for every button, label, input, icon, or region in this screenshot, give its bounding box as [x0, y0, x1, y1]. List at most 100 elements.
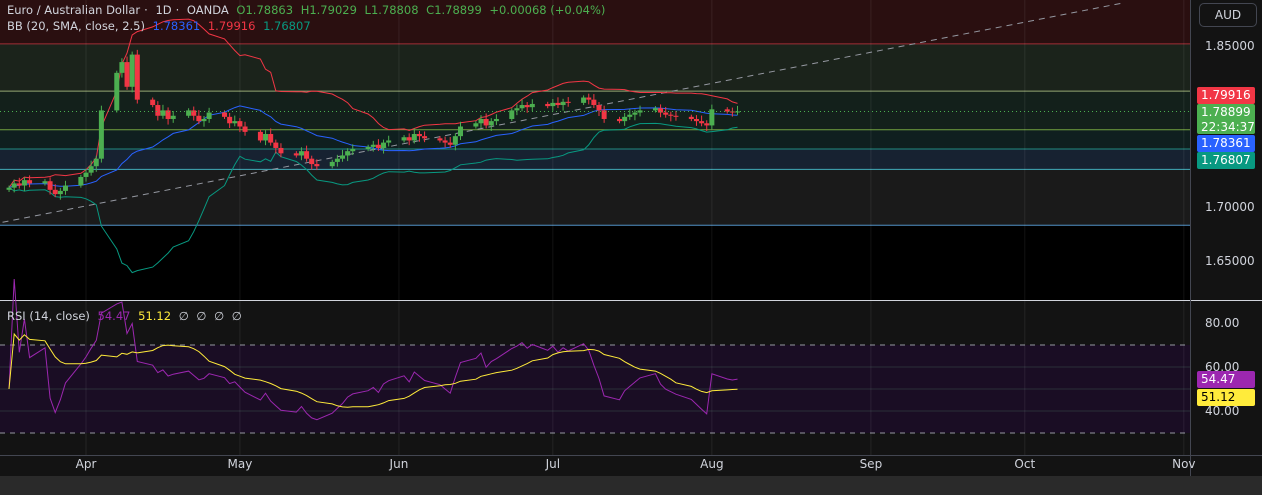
lower-band-label: 1.76807 [1197, 152, 1255, 169]
candle-body [375, 144, 381, 148]
rsi-extra: ∅ [231, 309, 242, 323]
rsi-legend[interactable]: RSI (14, close) 54.47 51.12 ∅ ∅ ∅ ∅ [7, 309, 246, 323]
candle-body [227, 116, 233, 124]
candle-body [201, 118, 207, 122]
ohlc-high: H1.79029 [300, 3, 357, 17]
bb-legend[interactable]: BB (20, SMA, close, 2.5) 1.78361 1.79916… [7, 19, 315, 33]
candle-body [268, 134, 274, 143]
candle-body [735, 111, 741, 113]
x-tick: May [227, 457, 253, 471]
ohlc-change: +0.00068 (+0.04%) [489, 3, 606, 17]
candle-body [42, 181, 48, 184]
candle-body [150, 99, 156, 106]
candle-body [340, 155, 345, 159]
separator: · [144, 3, 148, 17]
candle-body [627, 114, 633, 117]
candle-body [78, 176, 84, 186]
ohlc-open: O1.78863 [236, 3, 294, 17]
candle-body [365, 146, 371, 150]
interval: 1D [155, 3, 172, 17]
candle-body [191, 110, 197, 116]
candle-body [596, 105, 602, 111]
candle-body [314, 164, 320, 167]
candle-body [586, 97, 592, 100]
candle-body [442, 140, 448, 143]
candle-body [47, 181, 53, 190]
candle-body [93, 158, 99, 167]
candle-body [514, 108, 520, 111]
rsi-tick: 40.00 [1205, 404, 1240, 418]
candle-body [688, 116, 694, 119]
bb-basis-value: 1.78361 [152, 19, 201, 33]
candle-body [237, 121, 243, 127]
candle-body [483, 118, 489, 126]
candle-body [309, 158, 315, 165]
candle-body [370, 144, 376, 147]
ohlc-low: L1.78808 [364, 3, 419, 17]
candle-body [88, 166, 94, 173]
candle-body [447, 142, 453, 145]
candle-body [6, 187, 12, 190]
candle-body [232, 121, 238, 124]
y-tick: 1.70000 [1205, 200, 1255, 214]
candle-body [493, 118, 499, 122]
candle-body [529, 103, 535, 108]
candle-body [381, 142, 387, 148]
candle-body [52, 189, 58, 195]
zone [0, 225, 1190, 300]
candle-body [298, 151, 304, 156]
upper-band-label: 1.79916 [1197, 87, 1255, 104]
candle-body [545, 103, 551, 107]
candle-body [83, 172, 89, 177]
candle-body [350, 149, 356, 152]
candle-body [345, 151, 351, 156]
bottom-bar [0, 476, 1262, 495]
last-price: 1.78899 [1201, 105, 1251, 119]
candle-body [21, 180, 27, 186]
last-price-label: 1.78899 22:34:37 [1197, 104, 1255, 134]
candle-body [98, 110, 104, 159]
candle-body [11, 183, 17, 188]
candle-body [273, 142, 279, 148]
rsi-label[interactable]: RSI (14, close) [7, 309, 90, 323]
candle-body [329, 161, 335, 167]
rsi-extra: ∅ [214, 309, 225, 323]
candle-body [263, 134, 269, 141]
candle-body [222, 112, 228, 117]
candle-body [709, 109, 715, 126]
symbol-name[interactable]: Euro / Australian Dollar [7, 3, 140, 17]
candle-body [406, 137, 412, 141]
candle-body [134, 54, 140, 100]
candle-body [555, 102, 561, 106]
basis-label: 1.78361 [1197, 135, 1255, 152]
bb-lower-value: 1.76807 [263, 19, 311, 33]
x-tick: Aug [700, 457, 724, 471]
candle-body [617, 118, 623, 122]
candle-body [668, 114, 674, 116]
candle-body [550, 102, 556, 107]
candle-body [242, 126, 248, 132]
countdown: 22:34:37 [1201, 120, 1255, 134]
candle-body [57, 190, 63, 195]
candle-body [560, 101, 566, 106]
candle-body [257, 131, 263, 141]
x-tick: Sep [859, 457, 883, 471]
candle-body [124, 62, 130, 87]
chart-canvas[interactable] [0, 0, 1262, 495]
currency-button[interactable]: AUD [1199, 3, 1257, 27]
candle-body [652, 108, 658, 111]
candle-body [699, 121, 705, 124]
candle-body [62, 185, 68, 191]
rsi-ma-label: 51.12 [1197, 389, 1255, 406]
bb-label[interactable]: BB (20, SMA, close, 2.5) [7, 19, 145, 33]
candle-body [622, 116, 628, 122]
candle-body [155, 105, 161, 116]
candle-body [437, 138, 443, 141]
candle-body [565, 101, 571, 103]
candle-body [206, 112, 212, 119]
candle-body [304, 151, 310, 159]
candle-body [488, 121, 494, 126]
x-tick: Nov [1172, 457, 1196, 471]
candle-body [457, 126, 463, 137]
candle-body [509, 110, 515, 119]
